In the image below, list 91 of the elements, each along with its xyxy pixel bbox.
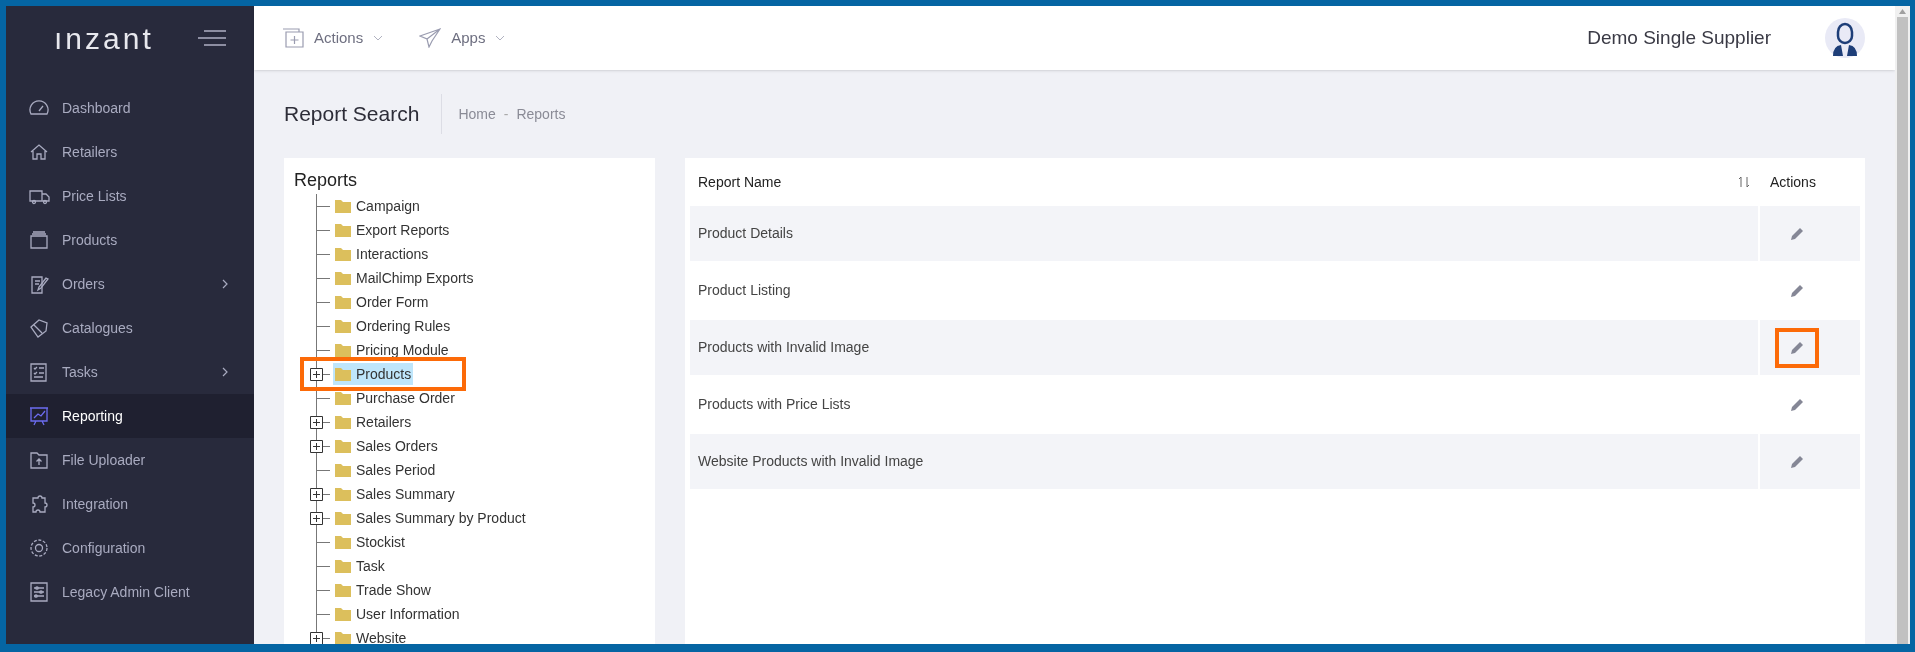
page-title: Report Search [284,94,443,134]
tree-item[interactable]: Sales Summary [308,482,457,506]
folder-icon [335,607,351,621]
folder-icon [335,583,351,597]
avatar-icon[interactable] [1825,18,1865,58]
folder-icon [335,511,351,525]
column-header: Actions [1770,174,1816,190]
sidebar-item[interactable]: Configuration [6,526,254,570]
sidebar-item[interactable]: Reporting [6,394,254,438]
header-menu[interactable]: Apps [419,26,506,50]
header-menu[interactable]: Actions [282,26,384,50]
tree-item[interactable]: Export Reports [308,218,452,242]
tree-item[interactable]: Sales Period [308,458,438,482]
folder-icon [335,415,351,429]
folder-icon [335,559,351,573]
folder-icon [335,295,351,309]
folder-icon [335,535,351,549]
folder-icon [335,343,351,357]
sort-icon[interactable] [1738,176,1750,188]
sidebar-item[interactable]: Price Lists [6,174,254,218]
folder-icon [335,439,351,453]
scrollbar[interactable] [1895,6,1910,644]
add-window-icon [282,28,304,48]
checklist-icon [28,361,50,383]
sliders-icon [28,581,50,603]
settings-icon [28,537,50,559]
edit-button[interactable] [1775,327,1819,368]
breadcrumb-separator: - [503,104,509,124]
menu-icon[interactable] [198,30,226,46]
folder-icon [335,631,351,644]
tree-item[interactable]: Purchase Order [308,386,457,410]
tree-item[interactable]: Stockist [308,530,407,554]
table-cell: Website Products with Invalid Image [690,434,1758,489]
pencil-icon [1790,397,1804,412]
table-cell: Products with Invalid Image [690,320,1758,375]
tree-item[interactable]: Retailers [308,410,414,434]
presentation-chart-icon [28,405,50,427]
sidebar-item[interactable]: File Uploader [6,438,254,482]
tree-item[interactable]: Ordering Rules [308,314,453,338]
column-header[interactable]: Report Name [698,171,782,193]
paper-plane-icon [419,28,442,48]
tree-item[interactable]: Website [308,626,409,644]
pencil-icon [1790,283,1804,298]
sidebar-item[interactable]: Products [6,218,254,262]
sidebar-item[interactable]: Orders [6,262,254,306]
stack-icon [28,229,50,251]
folder-icon [335,223,351,237]
sidebar-item[interactable]: Catalogues [6,306,254,350]
chevron-right-icon [222,279,228,289]
pencil-icon [1790,454,1804,469]
expand-icon[interactable] [310,632,323,644]
folder-icon [335,487,351,501]
sidebar-item[interactable]: Dashboard [6,86,254,130]
expand-icon[interactable] [310,440,323,453]
expand-icon[interactable] [310,368,323,381]
table-cell: Product Details [690,206,1758,261]
pencil-icon [1790,340,1804,355]
tree-item[interactable]: Task [308,554,387,578]
tree-item[interactable]: Campaign [308,194,422,218]
expand-icon[interactable] [310,488,323,501]
tree-item[interactable]: User Information [308,602,462,626]
chevron-right-icon [222,367,228,377]
panel-title: Reports [294,169,359,192]
tree-item[interactable]: Pricing Module [308,338,451,362]
folder-icon [335,367,351,381]
folder-icon [335,391,351,405]
folder-icon [335,247,351,261]
sidebar-item[interactable]: Integration [6,482,254,526]
sidebar-item[interactable]: Legacy Admin Client [6,570,254,614]
folder-icon [335,199,351,213]
tree-item[interactable]: Interactions [308,242,431,266]
logo[interactable]: ınzant [54,15,154,61]
sidebar-item[interactable]: Tasks [6,350,254,394]
tags-icon [28,317,50,339]
tree-item[interactable]: Sales Orders [308,434,440,458]
tree-item[interactable]: Sales Summary by Product [308,506,528,530]
tree-item[interactable]: MailChimp Exports [308,266,476,290]
expand-icon[interactable] [310,416,323,429]
edit-document-icon [28,273,50,295]
company-name: Demo Single Supplier [1587,25,1771,50]
expand-icon[interactable] [310,512,323,525]
folder-icon [335,271,351,285]
chevron-down-icon [373,35,384,41]
folder-icon [335,463,351,477]
tree-item[interactable]: Trade Show [308,578,433,602]
folder-icon [335,319,351,333]
tree-item[interactable]: Order Form [308,290,431,314]
chevron-down-icon [495,35,506,41]
sidebar-item[interactable]: Retailers [6,130,254,174]
pencil-icon [1790,226,1804,241]
folder-upload-icon [28,449,50,471]
